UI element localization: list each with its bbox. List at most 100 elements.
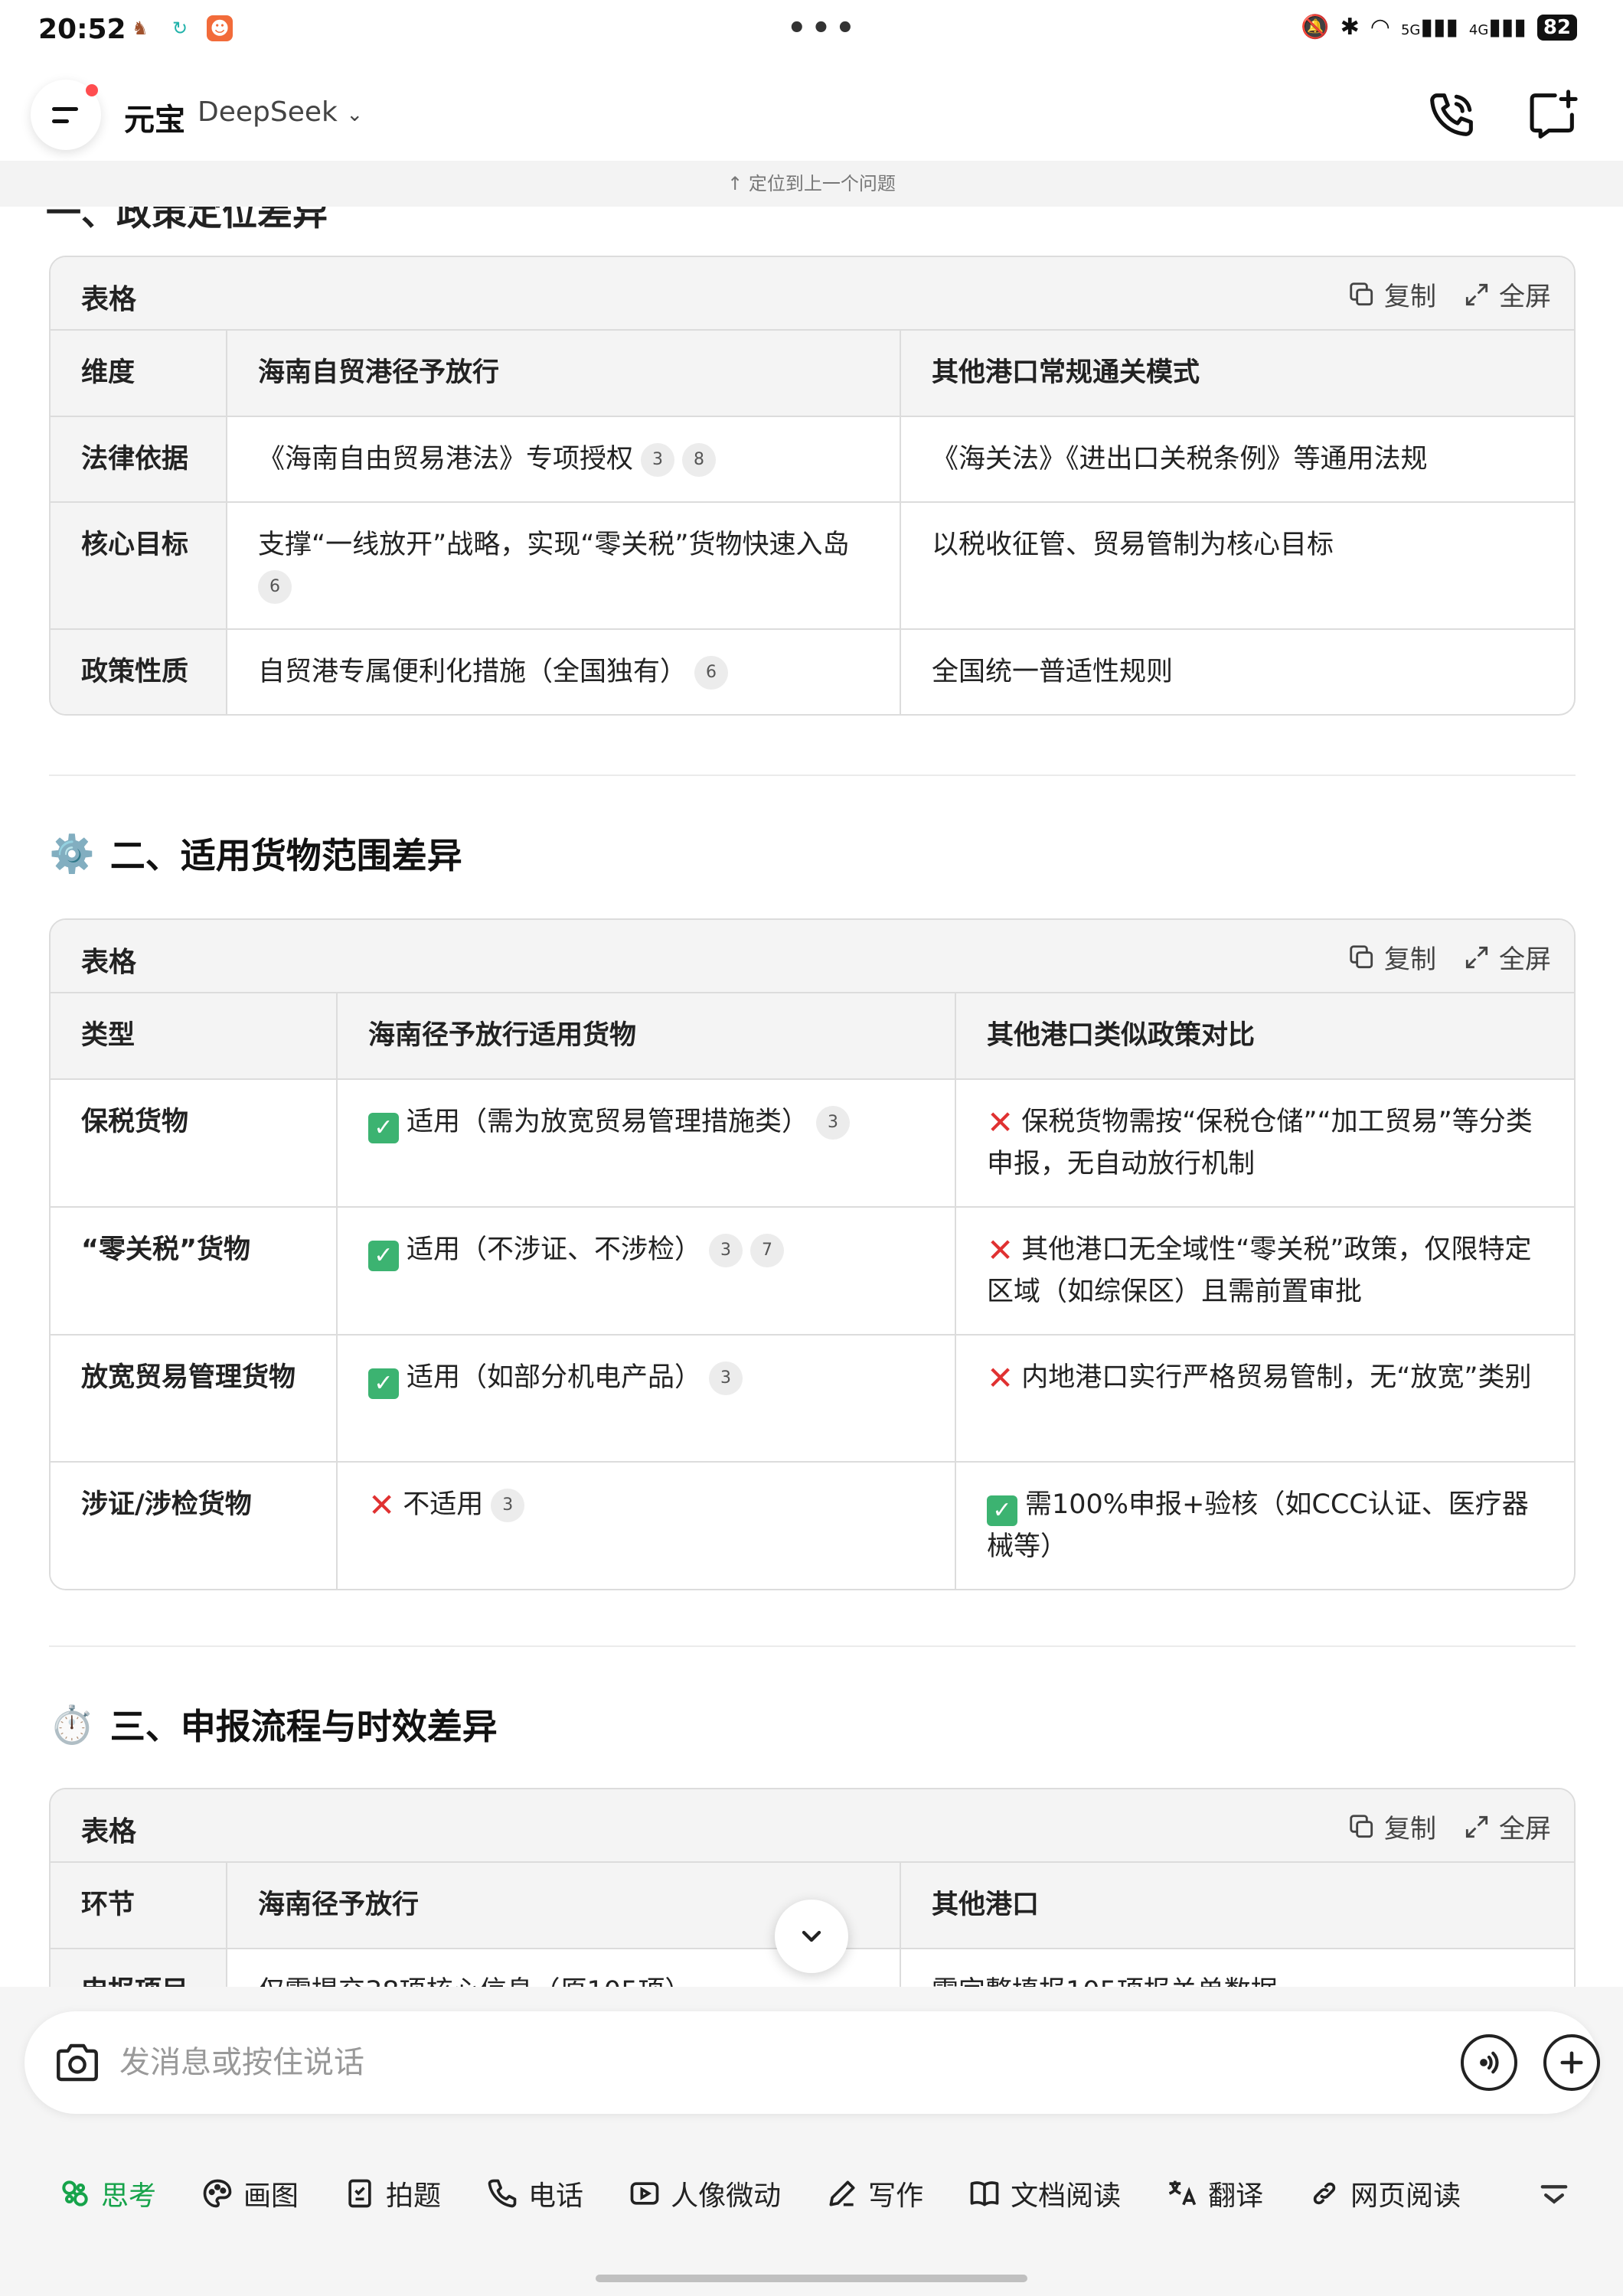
new-chat-icon[interactable]: [1523, 86, 1582, 144]
citation-badge[interactable]: 3: [709, 1362, 743, 1395]
scroll-to-bottom-button[interactable]: [775, 1900, 848, 1973]
voice-wave-icon: [1480, 2051, 1499, 2074]
check-icon: ✓: [368, 1241, 399, 1271]
row-header: 核心目标: [51, 502, 227, 630]
column-header: 海南径予放行适用货物: [337, 993, 956, 1080]
photo-question-icon: [348, 2179, 371, 2208]
tool-phone[interactable]: 电话: [485, 2174, 583, 2213]
app-title: 元宝: [124, 103, 185, 138]
citation-badge[interactable]: 3: [641, 443, 675, 477]
menu-icon-line: [52, 119, 69, 123]
mute-icon: 🔕: [1301, 14, 1330, 41]
cell-text: 自贸港专属便利化措施（全国独有）: [258, 657, 687, 687]
fullscreen-button[interactable]: 全屏: [1462, 938, 1551, 976]
citation-badge[interactable]: 7: [750, 1234, 785, 1267]
model-selector[interactable]: DeepSeek ⌄: [198, 96, 363, 128]
table-card-header: 表格 复制 全屏: [51, 920, 1574, 993]
tool-web-reading[interactable]: 网页阅读: [1308, 2174, 1461, 2213]
app-header: 元宝 DeepSeek ⌄: [0, 73, 1623, 162]
table-cell: 支撑“一线放开”战略，实现“零关税”货物快速入岛 6: [227, 502, 901, 630]
citation-badge[interactable]: 6: [258, 570, 292, 604]
table-cell: ✕ 不适用 3: [337, 1462, 956, 1589]
tool-draw[interactable]: 画图: [201, 2174, 299, 2213]
table-row: “零关税”货物 ✓ 适用（不涉证、不涉检） 3 7 ✕ 其他港口无全域性“零关税”政策，…: [51, 1207, 1574, 1336]
tool-doc-reading[interactable]: 文档阅读: [968, 2174, 1121, 2213]
table-card-actions: 复制 全屏: [1347, 938, 1551, 976]
copy-button[interactable]: 复制: [1347, 1808, 1436, 1845]
citation-badge[interactable]: 3: [816, 1106, 851, 1140]
row-header: “零关税”货物: [51, 1207, 338, 1336]
add-attachment-button[interactable]: [1543, 2034, 1600, 2091]
column-header: 维度: [51, 331, 227, 417]
locate-previous-question-button[interactable]: ↑ 定位到上一个问题: [0, 161, 1623, 207]
table-row: 放宽贸易管理货物 ✓ 适用（如部分机电产品） 3 ✕ 内地港口实行严格贸易管制，无“放…: [51, 1335, 1574, 1463]
tool-writing[interactable]: 写作: [825, 2174, 923, 2213]
tool-label: 写作: [868, 2180, 924, 2212]
table-card-actions: 复制 全屏: [1347, 276, 1551, 313]
table-cell: ✓ 需100%申报+验核（如CCC认证、医疗器械等）: [955, 1462, 1574, 1589]
home-indicator[interactable]: [596, 2275, 1027, 2282]
notification-app-icon: ♞: [132, 18, 149, 39]
chevron-down-icon: [802, 1930, 821, 1942]
table-card-actions: 复制 全屏: [1347, 1808, 1551, 1845]
table-cell: ✓ 适用（需为放宽贸易管理措施类） 3: [337, 1079, 956, 1208]
gear-icon: ⚙️: [49, 832, 95, 876]
row-header: 申报项目: [51, 1949, 227, 1990]
tool-photo-question[interactable]: 拍题: [343, 2174, 441, 2213]
copy-button[interactable]: 复制: [1347, 276, 1436, 313]
bluetooth-icon: ✱: [1340, 14, 1360, 41]
table-card-policy: 表格 复制 全屏 维度 海南自贸港径予放行 其他港口常规通关模式 法律依据 《海…: [49, 256, 1576, 716]
tool-translate[interactable]: 翻译: [1165, 2174, 1263, 2213]
chat-content: 一、政策定位差异 表格 复制 全屏 维度 海南自贸港径予放行 其他港口常规通关模…: [0, 207, 1623, 1990]
copy-icon: [1350, 1814, 1373, 1838]
column-header: 其他港口类似政策对比: [955, 993, 1574, 1080]
fullscreen-button[interactable]: 全屏: [1462, 276, 1551, 313]
translate-icon: [1168, 2180, 1197, 2206]
citation-badge[interactable]: 8: [682, 443, 717, 477]
column-header: 环节: [51, 1863, 227, 1949]
citation-badge[interactable]: 3: [709, 1234, 743, 1267]
multitask-dots-icon[interactable]: •••: [787, 11, 860, 46]
expand-icon: [1465, 946, 1488, 968]
tool-portrait-motion[interactable]: 人像微动: [628, 2174, 781, 2213]
citation-badge[interactable]: 6: [694, 656, 729, 690]
model-name: DeepSeek: [198, 96, 338, 128]
citation-badge[interactable]: 3: [491, 1489, 525, 1522]
voice-mode-button[interactable]: [1461, 2034, 1517, 2091]
chevron-down-icon: ⌄: [346, 103, 364, 126]
goods-scope-table: 类型 海南径予放行适用货物 其他港口类似政策对比 保税货物 ✓ 适用（需为放宽贸易…: [51, 993, 1574, 1589]
copy-label: 复制: [1384, 282, 1436, 312]
column-header: 类型: [51, 993, 338, 1080]
table-cell: ✓ 适用（不涉证、不涉检） 3 7: [337, 1207, 956, 1336]
cell-text: 《海南自由贸易港法》专项授权: [258, 444, 634, 475]
cell-text: 其他港口无全域性“零关税”政策，仅限特定区域（如综保区）且需前置审批: [987, 1234, 1532, 1307]
collapse-toolbar-icon[interactable]: [1534, 2174, 1574, 2213]
table-row: 保税货物 ✓ 适用（需为放宽贸易管理措施类） 3 ✕ 保税货物需按“保税仓储”“加工贸…: [51, 1079, 1574, 1208]
column-header: 海南自贸港径予放行: [227, 331, 901, 417]
pen-icon: [829, 2180, 855, 2206]
tool-label: 文档阅读: [1011, 2180, 1122, 2212]
section-title: 二、适用货物范围差异: [109, 835, 462, 876]
message-input[interactable]: [119, 2034, 1344, 2091]
tool-think[interactable]: 思考: [58, 2174, 156, 2213]
fullscreen-label: 全屏: [1499, 282, 1551, 312]
plus-icon: [1560, 2051, 1583, 2074]
row-header: 放宽贸易管理货物: [51, 1335, 338, 1463]
phone-icon: [488, 2179, 517, 2208]
section-divider: [49, 1645, 1576, 1647]
menu-icon: [52, 107, 78, 111]
table-cell: ✓ 适用（如部分机电产品） 3: [337, 1335, 956, 1463]
copy-label: 复制: [1384, 944, 1436, 975]
message-input-bar: [24, 2011, 1600, 2114]
row-header: 涉证/涉检货物: [51, 1462, 338, 1589]
check-icon: ✓: [987, 1495, 1017, 1526]
camera-icon[interactable]: [52, 2037, 103, 2088]
fullscreen-button[interactable]: 全屏: [1462, 1808, 1551, 1845]
phone-call-icon[interactable]: [1422, 86, 1481, 144]
menu-button[interactable]: [31, 80, 101, 150]
tool-label: 翻译: [1208, 2180, 1264, 2212]
table-card-title: 表格: [81, 1816, 137, 1848]
tool-label: 思考: [101, 2180, 157, 2212]
copy-button[interactable]: 复制: [1347, 938, 1436, 976]
table-cell: ✕ 保税货物需按“保税仓储”“加工贸易”等分类申报，无自动放行机制: [955, 1079, 1574, 1208]
